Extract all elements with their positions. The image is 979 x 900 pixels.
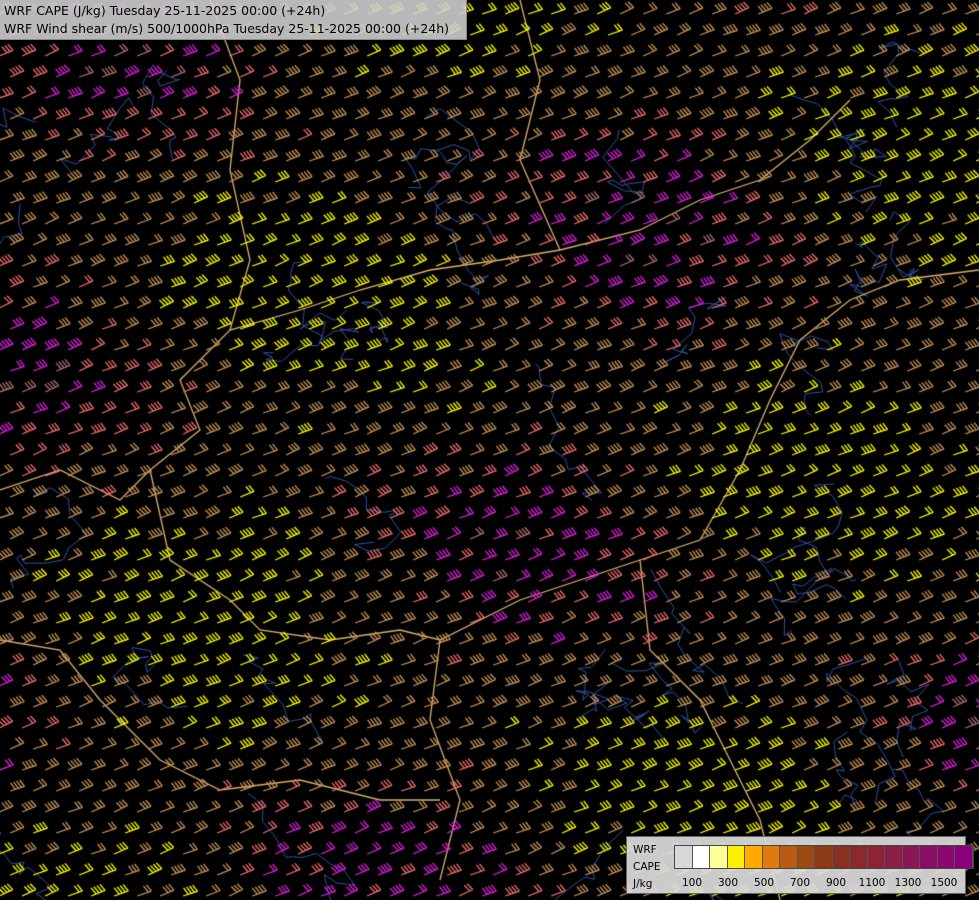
legend-swatch <box>762 846 780 868</box>
legend-swatch <box>920 846 938 868</box>
legend-tick-label: 1300 <box>894 877 922 889</box>
legend-swatch <box>727 846 745 868</box>
legend-swatch <box>675 846 693 868</box>
legend-swatch <box>850 846 868 868</box>
legend-swatch <box>692 846 710 868</box>
map-title-box: WRF CAPE (J/kg) Tuesday 25-11-2025 00:00… <box>0 0 467 40</box>
legend-swatch <box>955 846 973 868</box>
legend-swatch <box>867 846 885 868</box>
legend-swatch <box>885 846 903 868</box>
legend-swatch <box>710 846 728 868</box>
legend-tick-label: 500 <box>753 877 775 889</box>
legend-label-wrf: WRF <box>633 844 657 856</box>
legend-tick-label: 100 <box>681 877 703 889</box>
legend-swatch <box>937 846 955 868</box>
wind-shear-title: WRF Wind shear (m/s) 500/1000hPa Tuesday… <box>4 21 450 36</box>
legend-label-unit: J/kg <box>633 878 653 890</box>
legend-tick-label: 700 <box>789 877 811 889</box>
legend-swatch <box>797 846 815 868</box>
legend-swatch <box>780 846 798 868</box>
cape-title: WRF CAPE (J/kg) Tuesday 25-11-2025 00:00… <box>4 3 326 18</box>
legend-tick-label: 1500 <box>930 877 958 889</box>
cape-legend: WRF CAPE J/kg 100 300 500 700 900 1100 1300 150… <box>626 836 974 894</box>
legend-tick-label: 1100 <box>858 877 886 889</box>
legend-tick-label: 300 <box>717 877 739 889</box>
legend-label-cape: CAPE <box>633 861 661 873</box>
legend-swatch <box>832 846 850 868</box>
wind-shear-map[interactable] <box>0 0 979 900</box>
legend-swatch <box>745 846 763 868</box>
legend-swatch <box>815 846 833 868</box>
legend-swatch <box>902 846 920 868</box>
legend-tick-label: 900 <box>825 877 847 889</box>
legend-color-scale <box>674 845 974 869</box>
